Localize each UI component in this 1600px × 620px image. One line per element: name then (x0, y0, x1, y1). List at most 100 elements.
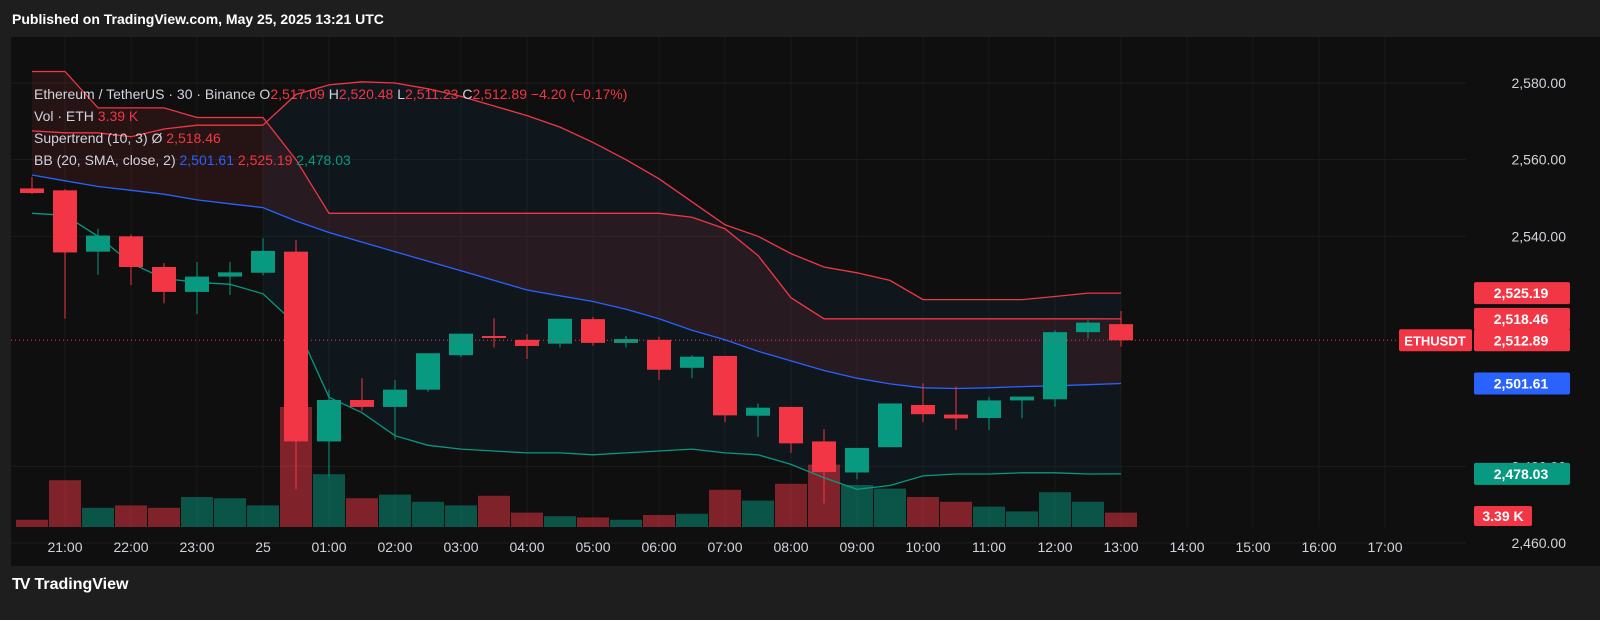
legend-low: 2,511.23 (405, 86, 459, 102)
volume-bar[interactable] (907, 497, 939, 527)
price-label-value: 2,478.03 (1494, 466, 1549, 482)
x-axis-tick-label: 08:00 (773, 539, 808, 555)
candle-body[interactable] (119, 236, 143, 267)
volume-bar[interactable] (643, 515, 675, 527)
candle-body[interactable] (1010, 396, 1034, 401)
chart-legend: Ethereum / TetherUS · 30 · Binance O2,51… (34, 83, 627, 171)
x-axis-tick-label: 15:00 (1235, 539, 1270, 555)
candle-body[interactable] (779, 406, 803, 444)
candle-body[interactable] (152, 267, 176, 292)
volume-bar[interactable] (775, 483, 807, 527)
legend-symbol[interactable]: Ethereum / TetherUS · 30 · Binance (34, 86, 256, 102)
tradingview-brand: TradingView (34, 576, 129, 593)
volume-bar[interactable] (973, 506, 1005, 527)
volume-bar[interactable] (16, 519, 48, 527)
legend-bb-upper: 2,525.19 (237, 152, 293, 168)
volume-bar[interactable] (676, 513, 708, 527)
x-axis-tick-label: 23:00 (179, 539, 214, 555)
volume-bar[interactable] (49, 480, 81, 527)
x-axis-tick-label: 03:00 (443, 539, 478, 555)
candle-body[interactable] (251, 250, 275, 273)
candle-body[interactable] (1043, 332, 1067, 400)
legend-change: −4.20 (−0.17%) (530, 86, 628, 102)
volume-bar[interactable] (214, 498, 246, 527)
candle-body[interactable] (746, 407, 770, 416)
volume-bar[interactable] (841, 485, 873, 527)
volume-bar[interactable] (379, 494, 411, 527)
legend-close-label: C (462, 86, 473, 102)
legend-bb-row[interactable]: BB (20, SMA, close, 2) 2,501.61 2,525.19… (34, 149, 627, 171)
volume-bar[interactable] (148, 507, 180, 527)
candle-body[interactable] (350, 400, 374, 407)
volume-bar[interactable] (313, 474, 345, 527)
candle-body[interactable] (977, 400, 1001, 419)
candle-body[interactable] (713, 355, 737, 416)
volume-bar[interactable] (478, 495, 510, 527)
legend-supertrend-row[interactable]: Supertrend (10, 3) Ø 2,518.46 (34, 127, 627, 149)
tradingview-logo-icon: TV (12, 576, 31, 593)
candle-body[interactable] (53, 190, 77, 253)
volume-bar[interactable] (511, 512, 543, 527)
candle-body[interactable] (185, 276, 209, 292)
volume-bar[interactable] (247, 505, 279, 527)
volume-bar[interactable] (742, 500, 774, 527)
legend-volume-value: 3.39 K (97, 108, 139, 124)
legend-volume-row[interactable]: Vol · ETH 3.39 K (34, 105, 627, 127)
volume-bar[interactable] (412, 501, 444, 527)
legend-supertrend-label: Supertrend (10, 3) (34, 130, 148, 146)
candle-body[interactable] (1109, 324, 1133, 341)
volume-bar[interactable] (1006, 511, 1038, 527)
candle-body[interactable] (845, 447, 869, 473)
candle-body[interactable] (944, 414, 968, 419)
candle-body[interactable] (680, 356, 704, 368)
candle-body[interactable] (218, 272, 242, 277)
x-axis-tick-label: 13:00 (1103, 539, 1138, 555)
x-axis-tick-label: 21:00 (47, 539, 82, 555)
candle-body[interactable] (647, 339, 671, 370)
candle-body[interactable] (812, 441, 836, 473)
candle-body[interactable] (482, 336, 506, 338)
price-label-value: 2,518.46 (1494, 311, 1549, 327)
candle-body[interactable] (1076, 322, 1100, 333)
volume-bar[interactable] (82, 507, 114, 527)
volume-bar[interactable] (544, 516, 576, 527)
volume-bar[interactable] (1072, 501, 1104, 527)
candle-body[interactable] (284, 251, 308, 442)
volume-bar[interactable] (181, 497, 213, 527)
volume-bar[interactable] (115, 505, 147, 527)
legend-bb-lower: 2,478.03 (296, 152, 351, 168)
candle-body[interactable] (317, 400, 341, 442)
x-axis-tick-label: 14:00 (1169, 539, 1204, 555)
volume-bar[interactable] (610, 519, 642, 527)
candle-body[interactable] (911, 405, 935, 415)
volume-bar[interactable] (346, 498, 378, 527)
candle-body[interactable] (86, 235, 110, 252)
legend-close: 2,512.89 (472, 86, 528, 102)
y-axis-tick-label: 2,580.00 (1512, 75, 1567, 91)
candle-body[interactable] (416, 353, 440, 390)
volume-bar[interactable] (1105, 512, 1137, 527)
candle-body[interactable] (581, 319, 605, 343)
x-axis-tick-label: 02:00 (377, 539, 412, 555)
y-axis-tick-label: 2,460.00 (1512, 535, 1567, 551)
volume-bar[interactable] (445, 505, 477, 527)
volume-bar[interactable] (709, 489, 741, 527)
volume-bar[interactable] (874, 488, 906, 527)
volume-bar[interactable] (940, 501, 972, 527)
x-axis-tick-label: 04:00 (509, 539, 544, 555)
tradingview-logo[interactable]: TV TradingView (12, 576, 128, 594)
candle-body[interactable] (383, 389, 407, 407)
candle-body[interactable] (614, 339, 638, 343)
candle-body[interactable] (449, 333, 473, 356)
legend-volume-label: Vol · ETH (34, 108, 94, 124)
legend-bb-label: BB (20, SMA, close, 2) (34, 152, 176, 168)
candle-body[interactable] (20, 188, 44, 194)
volume-bar[interactable] (1039, 492, 1071, 527)
price-label-value: 2,525.19 (1494, 285, 1549, 301)
x-axis-tick-label: 10:00 (905, 539, 940, 555)
candle-body[interactable] (878, 403, 902, 448)
chart-frame[interactable]: 2,460.002,480.002,540.002,560.002,580.00… (11, 37, 1600, 566)
x-axis-tick-label: 01:00 (311, 539, 346, 555)
y-axis-tick-label: 2,540.00 (1512, 228, 1567, 244)
volume-bar[interactable] (577, 517, 609, 527)
